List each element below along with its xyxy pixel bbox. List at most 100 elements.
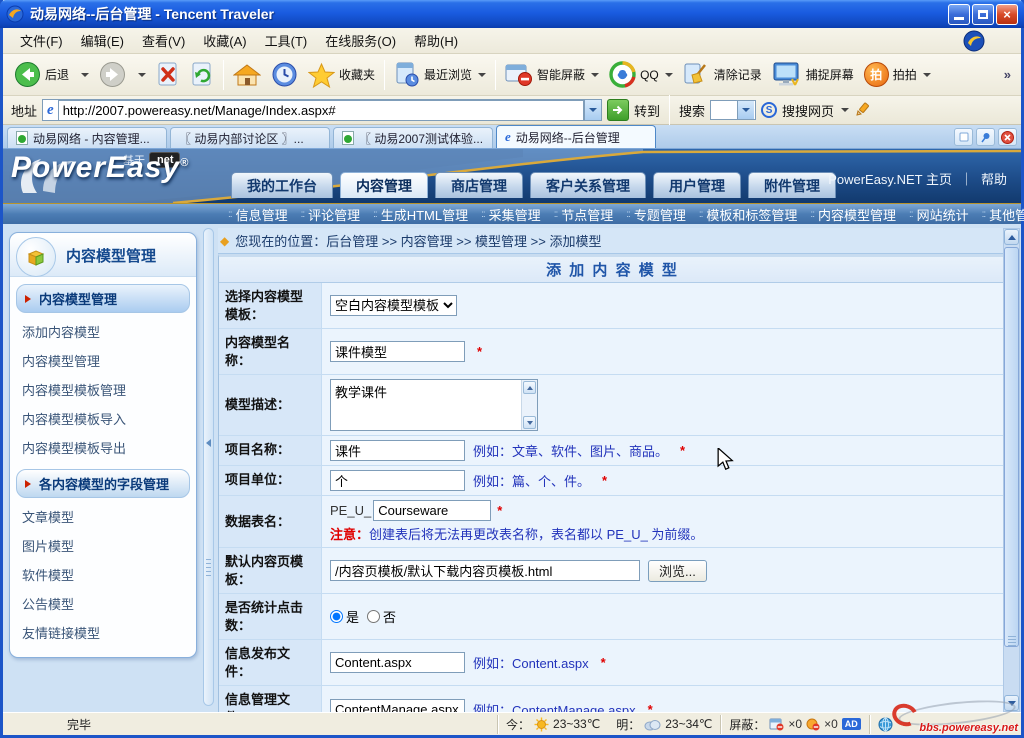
model-description-textarea[interactable]: 教学课件	[331, 380, 521, 430]
scroll-up-button[interactable]	[1004, 229, 1019, 245]
menu-edit[interactable]: 编辑(E)	[72, 28, 133, 53]
subnav-html-generation[interactable]: ::生成HTML管理	[373, 205, 468, 224]
go-label[interactable]: 转到	[634, 101, 660, 120]
address-dropdown-button[interactable]	[584, 100, 601, 120]
close-button[interactable]: ×	[996, 4, 1018, 25]
hits-no-option[interactable]: 否	[367, 607, 396, 626]
forward-button[interactable]	[94, 57, 131, 93]
hits-yes-radio[interactable]	[330, 610, 343, 623]
browser-tab-2[interactable]: 〖 动易内部讨论区 〗...	[170, 127, 330, 148]
scrollbar[interactable]	[521, 380, 537, 430]
scroll-down-button[interactable]	[523, 416, 536, 429]
pencil-icon[interactable]	[854, 102, 870, 118]
search-input[interactable]	[710, 100, 756, 120]
search-field[interactable]	[711, 102, 737, 118]
default-template-input[interactable]	[330, 560, 640, 581]
maximize-button[interactable]	[972, 4, 994, 25]
forward-dropdown[interactable]	[131, 57, 151, 93]
history-button[interactable]	[266, 57, 303, 93]
model-template-select[interactable]: 空白内容模型模板	[330, 295, 457, 316]
chevron-down-icon[interactable]	[841, 108, 849, 112]
browser-tab-3[interactable]: 〖 动易2007测试体验...	[333, 127, 493, 148]
home-icon	[233, 62, 261, 88]
tab-my-workbench[interactable]: 我的工作台	[231, 172, 333, 198]
sidebar-item-announcement-model[interactable]: 公告模型	[10, 589, 196, 618]
subnav-info-management[interactable]: ::信息管理	[228, 205, 288, 224]
model-name-input[interactable]	[330, 341, 465, 362]
browse-button[interactable]: 浏览...	[648, 560, 707, 582]
recent-browse-button[interactable]: 最近浏览	[389, 57, 491, 93]
capture-screen-button[interactable]: 捕捉屏幕	[767, 57, 859, 93]
scroll-up-button[interactable]	[523, 381, 536, 394]
tab-list-button[interactable]	[954, 128, 973, 146]
favorites-button[interactable]: 收藏夹	[303, 57, 380, 93]
stop-button[interactable]	[151, 57, 185, 93]
tab-attachment-management[interactable]: 附件管理	[748, 172, 836, 198]
sidebar-item-article-model[interactable]: 文章模型	[10, 502, 196, 531]
qq-icon	[609, 61, 636, 88]
chevron-down-icon	[665, 73, 673, 77]
subnav-content-model-management[interactable]: ::内容模型管理	[810, 205, 896, 224]
browser-tab-1[interactable]: 动易网络 - 内容管理...	[7, 127, 167, 148]
menu-file[interactable]: 文件(F)	[11, 28, 72, 53]
subnav-template-tag-management[interactable]: ::模板和标签管理	[699, 205, 798, 224]
subnav-collection-management[interactable]: ::采集管理	[481, 205, 541, 224]
hits-yes-option[interactable]: 是	[330, 607, 359, 626]
item-name-input[interactable]	[330, 440, 465, 461]
subnav-other-management[interactable]: ::其他管理	[982, 205, 1024, 224]
refresh-button[interactable]	[185, 57, 219, 93]
scroll-down-button[interactable]	[1004, 695, 1019, 711]
pin-tab-button[interactable]	[976, 128, 995, 146]
subnav-topic-management[interactable]: ::专题管理	[626, 205, 686, 224]
close-tab-button[interactable]	[998, 128, 1017, 146]
menu-favorites[interactable]: 收藏(A)	[194, 28, 255, 53]
qq-button[interactable]: QQ	[604, 57, 678, 93]
tab-crm[interactable]: 客户关系管理	[530, 172, 646, 198]
sidebar-group-content-model[interactable]: 内容模型管理	[16, 284, 190, 313]
search-dropdown-button[interactable]	[737, 101, 754, 119]
menu-online-service[interactable]: 在线服务(O)	[316, 28, 405, 53]
sidebar-item-image-model[interactable]: 图片模型	[10, 531, 196, 560]
sidebar-item-add-content-model[interactable]: 添加内容模型	[10, 317, 196, 346]
sidebar-splitter[interactable]	[203, 228, 214, 706]
powereasy-home-link[interactable]: PowerEasy.NET 主页	[828, 169, 952, 188]
home-button[interactable]	[228, 57, 266, 93]
minimize-button[interactable]	[948, 4, 970, 25]
weather-widget[interactable]: 今： 23~33℃ 明： 23~34℃	[498, 715, 721, 734]
address-input[interactable]	[58, 100, 584, 121]
subnav-site-statistics[interactable]: ::网站统计	[909, 205, 969, 224]
tab-shop-management[interactable]: 商店管理	[435, 172, 523, 198]
search-engine-label[interactable]: 搜搜网页	[782, 101, 834, 120]
item-unit-input[interactable]	[330, 470, 465, 491]
block-counter-widget[interactable]: 屏蔽： ×0 ×0 AD	[721, 715, 869, 734]
table-name-input[interactable]	[373, 500, 491, 521]
hits-no-radio[interactable]	[367, 610, 380, 623]
paipai-button[interactable]: 拍 拍拍	[859, 57, 936, 93]
tab-user-management[interactable]: 用户管理	[653, 172, 741, 198]
smart-block-button[interactable]: 智能屏蔽	[500, 57, 604, 93]
tab-content-management[interactable]: 内容管理	[340, 172, 428, 198]
go-button[interactable]	[607, 99, 629, 121]
scrollbar-thumb[interactable]	[1004, 247, 1019, 647]
back-button[interactable]: 后退	[9, 57, 74, 93]
back-dropdown[interactable]	[74, 57, 94, 93]
sidebar-item-model-template-import[interactable]: 内容模型模板导入	[10, 404, 196, 433]
sidebar-item-content-model-management[interactable]: 内容模型管理	[10, 346, 196, 375]
menu-help[interactable]: 帮助(H)	[405, 28, 467, 53]
subnav-comment-management[interactable]: ::评论管理	[301, 205, 361, 224]
sidebar-item-model-template-management[interactable]: 内容模型模板管理	[10, 375, 196, 404]
toolbar-overflow-button[interactable]: »	[1000, 67, 1015, 82]
sidebar-item-model-template-export[interactable]: 内容模型模板导出	[10, 433, 196, 462]
menu-view[interactable]: 查看(V)	[133, 28, 194, 53]
publish-file-input[interactable]	[330, 652, 465, 673]
content-scrollbar[interactable]	[1003, 228, 1020, 712]
subnav-node-management[interactable]: ::节点管理	[554, 205, 614, 224]
browser-tab-4-active[interactable]: e 动易网络--后台管理	[496, 125, 656, 148]
manage-file-input[interactable]	[330, 699, 465, 712]
sidebar-item-friend-link-model[interactable]: 友情链接模型	[10, 618, 196, 647]
menu-tools[interactable]: 工具(T)	[256, 28, 317, 53]
sidebar-item-software-model[interactable]: 软件模型	[10, 560, 196, 589]
sidebar-group-field-management[interactable]: 各内容模型的字段管理	[16, 469, 190, 498]
clear-history-button[interactable]: 清除记录	[678, 57, 767, 93]
help-link[interactable]: 帮助	[981, 169, 1007, 188]
